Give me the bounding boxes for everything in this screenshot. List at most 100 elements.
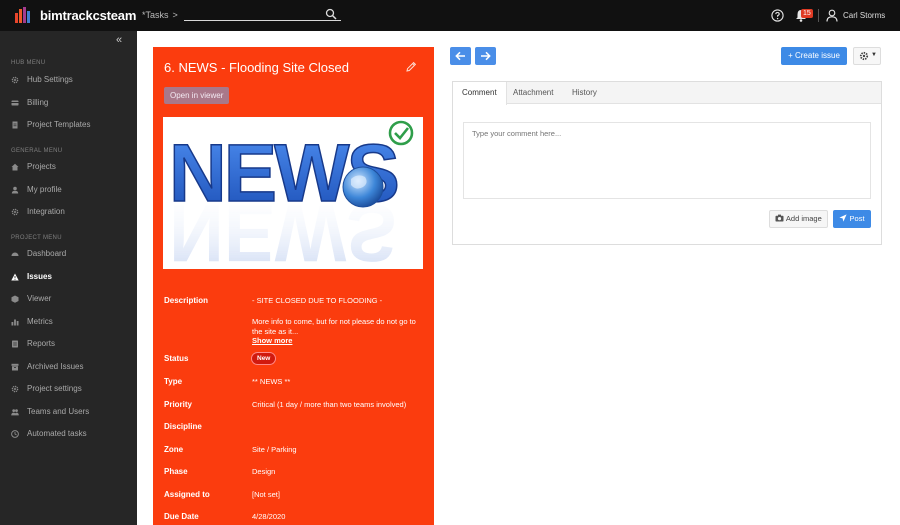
issue-title: 6. NEWS - Flooding Site Closed xyxy=(164,60,349,75)
cube-icon xyxy=(11,295,19,303)
collapse-sidebar-icon[interactable]: « xyxy=(116,34,122,46)
type-value[interactable]: ** NEWS ** xyxy=(252,377,290,386)
open-in-viewer-button[interactable]: Open in viewer xyxy=(164,87,230,104)
description-line2: More info to come, but for not please do… xyxy=(252,317,416,336)
caret-down-icon: ▼ xyxy=(871,52,877,58)
app-logo[interactable]: bimtrackcsteam xyxy=(14,6,136,24)
gear-icon xyxy=(11,208,19,215)
breadcrumb[interactable]: *Tasks > xyxy=(142,10,178,20)
previous-issue-button[interactable] xyxy=(450,47,471,65)
clock-icon xyxy=(11,429,19,438)
due-date-label: Due Date xyxy=(164,512,199,521)
news-image-graphic: NEWS NEWS xyxy=(163,117,423,269)
sidebar-item-label: Hub Settings xyxy=(27,75,73,84)
card-icon xyxy=(11,100,19,105)
post-button[interactable]: Post xyxy=(833,210,871,228)
sidebar-item-label: Reports xyxy=(27,339,56,348)
settings-dropdown-button[interactable]: ▼ xyxy=(853,47,881,65)
warning-icon xyxy=(11,273,19,280)
sidebar-item-label: Integration xyxy=(27,207,65,216)
sidebar-item-label: Issues xyxy=(27,272,52,281)
zone-label: Zone xyxy=(164,445,184,454)
sidebar-item-teams-and-users[interactable]: Teams and Users xyxy=(11,407,89,416)
edit-pencil-icon[interactable] xyxy=(405,61,417,73)
sidebar: « Hub Menu Hub Settings Billing Project … xyxy=(0,31,137,525)
phase-label: Phase xyxy=(164,467,188,476)
topbar-divider xyxy=(818,9,819,22)
sidebar-item-project-templates[interactable]: Project Templates xyxy=(11,120,90,129)
section-label-general: General Menu xyxy=(11,148,63,154)
phase-value[interactable]: Design xyxy=(252,467,275,476)
sidebar-item-issues[interactable]: Issues xyxy=(11,272,52,281)
sidebar-item-label: Viewer xyxy=(27,294,52,303)
sidebar-item-hub-settings[interactable]: Hub Settings xyxy=(11,75,73,84)
chart-icon xyxy=(11,319,19,325)
notification-badge[interactable]: 15 xyxy=(801,9,813,18)
tab-history[interactable]: History xyxy=(563,82,606,104)
search-input[interactable] xyxy=(184,8,341,21)
section-label-hub: Hub Menu xyxy=(11,60,46,66)
search-icon[interactable] xyxy=(325,8,337,20)
sidebar-item-label: Project Templates xyxy=(27,120,91,129)
tab-comment[interactable]: Comment xyxy=(453,82,507,105)
dashboard-icon xyxy=(11,252,19,256)
issue-image[interactable]: NEWS NEWS xyxy=(163,117,423,269)
gear-icon xyxy=(11,385,19,392)
sidebar-item-dashboard[interactable]: Dashboard xyxy=(11,249,66,258)
assigned-to-value[interactable]: [Not set] xyxy=(252,490,280,499)
sidebar-item-label: Metrics xyxy=(27,317,53,326)
sidebar-item-automated-tasks[interactable]: Automated tasks xyxy=(11,429,87,438)
logo-icon xyxy=(15,7,30,23)
send-icon xyxy=(839,214,848,222)
sidebar-item-label: Automated tasks xyxy=(27,429,87,438)
sidebar-item-label: Projects xyxy=(27,162,56,171)
sidebar-item-label: Project settings xyxy=(27,384,82,393)
user-icon xyxy=(11,186,19,193)
app-name: bimtrackcsteam xyxy=(40,7,137,23)
sidebar-item-label: Archived Issues xyxy=(27,362,84,371)
sidebar-item-label: Billing xyxy=(27,98,49,107)
sidebar-item-archived-issues[interactable]: Archived Issues xyxy=(11,362,83,371)
status-label: Status xyxy=(164,354,189,363)
sidebar-item-projects[interactable]: Projects xyxy=(11,162,56,171)
sidebar-item-my-profile[interactable]: My profile xyxy=(11,185,62,194)
sidebar-item-label: Teams and Users xyxy=(27,407,90,416)
user-icon[interactable] xyxy=(826,9,838,22)
sidebar-item-label: Dashboard xyxy=(27,249,67,258)
zone-value[interactable]: Site / Parking xyxy=(252,445,297,454)
user-name[interactable]: Carl Storms xyxy=(843,11,885,20)
home-icon xyxy=(11,163,19,170)
breadcrumb-tasks[interactable]: *Tasks xyxy=(142,10,169,20)
create-issue-button[interactable]: + Create issue xyxy=(781,47,847,65)
priority-value[interactable]: Critical (1 day / more than two teams in… xyxy=(252,400,406,409)
show-more-link[interactable]: Show more xyxy=(252,336,292,345)
help-icon[interactable] xyxy=(771,9,784,22)
assigned-to-label: Assigned to xyxy=(164,490,210,499)
type-label: Type xyxy=(164,377,183,386)
status-badge[interactable]: New xyxy=(252,353,276,364)
post-label: Post xyxy=(849,214,865,223)
users-icon xyxy=(11,408,19,415)
chevron-right-icon: > xyxy=(172,10,178,20)
description-label: Description xyxy=(164,296,209,305)
sidebar-item-reports[interactable]: Reports xyxy=(11,339,55,348)
archive-icon xyxy=(11,363,19,370)
gear-icon xyxy=(859,51,869,61)
description-line1: - SITE CLOSED DUE TO FLOODING - xyxy=(252,296,383,305)
report-icon xyxy=(12,340,18,347)
sidebar-item-integration[interactable]: Integration xyxy=(11,207,65,216)
arrow-left-icon xyxy=(455,51,465,61)
sidebar-item-billing[interactable]: Billing xyxy=(11,98,48,107)
tab-attachment[interactable]: Attachment xyxy=(504,82,562,104)
add-image-label: Add image xyxy=(785,214,822,223)
next-issue-button[interactable] xyxy=(475,47,496,65)
issue-detail-panel: 6. NEWS - Flooding Site Closed Open in v… xyxy=(153,47,434,525)
due-date-value[interactable]: 4/28/2020 xyxy=(252,512,285,521)
sidebar-item-metrics[interactable]: Metrics xyxy=(11,317,53,326)
sidebar-item-viewer[interactable]: Viewer xyxy=(11,294,51,303)
sidebar-item-project-settings[interactable]: Project settings xyxy=(11,384,82,393)
comments-panel: Comment Attachment History Add image Pos… xyxy=(452,81,882,245)
comment-input[interactable] xyxy=(463,122,871,199)
sidebar-item-label: My profile xyxy=(27,185,62,194)
add-image-button[interactable]: Add image xyxy=(769,210,828,228)
